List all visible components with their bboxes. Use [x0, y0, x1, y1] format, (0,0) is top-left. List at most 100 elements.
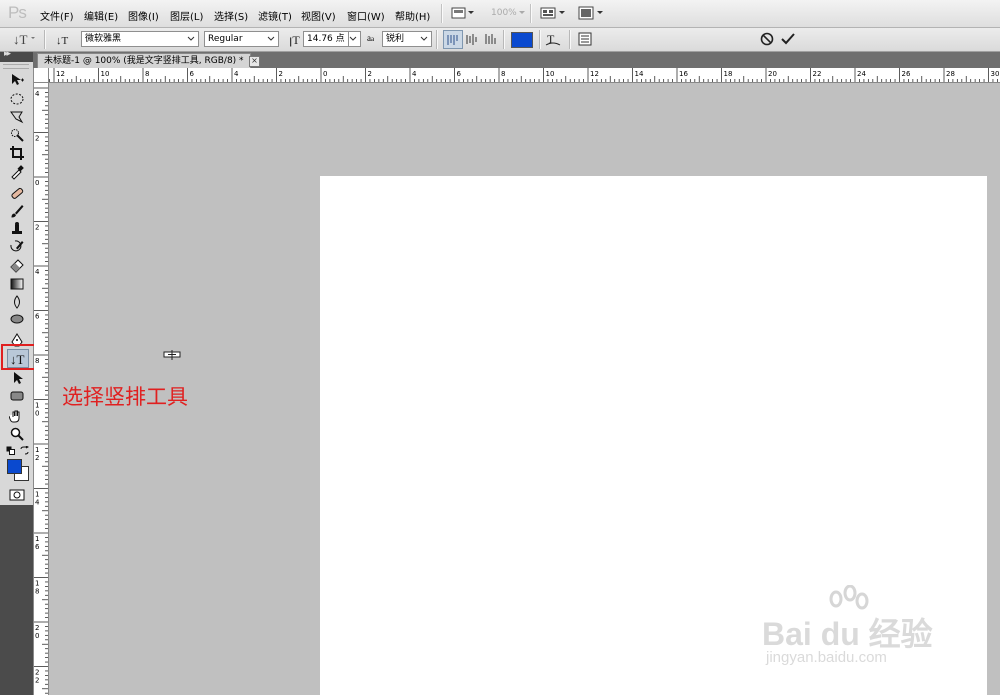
foreground-color-swatch[interactable]	[7, 459, 22, 474]
gradient-tool-icon[interactable]	[7, 275, 27, 292]
cancel-edit-icon[interactable]	[759, 31, 775, 50]
menu-select[interactable]: 选择(S)	[214, 8, 248, 23]
chevron-down-icon	[266, 32, 276, 51]
align-bottom-icon[interactable]	[483, 31, 499, 50]
marquee-tool-icon[interactable]	[7, 90, 27, 107]
menu-separator	[530, 4, 532, 23]
ruler-label: 0	[35, 632, 39, 640]
path-selection-tool-icon[interactable]	[7, 369, 27, 386]
horizontal-ruler[interactable]: 12 10 8 6 4 2 0 2 4 6 8 10 12 14 16 18 20 22 24 26 28 30	[34, 68, 1000, 83]
ruler-label: 4	[35, 90, 40, 98]
quick-selection-tool-icon[interactable]	[7, 126, 27, 143]
history-brush-tool-icon[interactable]	[7, 238, 27, 255]
menu-window[interactable]: 窗口(W)	[347, 8, 385, 23]
swap-colors-icon[interactable]	[20, 445, 30, 458]
commit-edit-icon[interactable]	[780, 31, 796, 50]
crop-tool-icon[interactable]	[7, 144, 27, 161]
lasso-tool-icon[interactable]	[7, 108, 27, 125]
ruler-label: 26	[902, 70, 911, 78]
ruler-label: 6	[457, 70, 462, 78]
antialias-select[interactable]: 锐利	[382, 31, 432, 47]
default-colors-icon[interactable]	[6, 446, 15, 458]
menu-bar: Ps 文件(F) 编辑(E) 图像(I) 图层(L) 选择(S) 滤镜(T) 视…	[0, 0, 1000, 28]
font-size-dropdown[interactable]	[348, 31, 361, 47]
eyedropper-tool-icon[interactable]	[7, 163, 27, 180]
character-panel-icon[interactable]	[577, 31, 593, 50]
annotation-text: 选择竖排工具	[62, 385, 188, 409]
align-top-button[interactable]	[443, 30, 463, 49]
hand-tool-icon[interactable]	[7, 407, 27, 424]
quick-mask-icon[interactable]	[7, 486, 27, 503]
zoom-tool-icon[interactable]	[7, 425, 27, 442]
brush-tool-icon[interactable]	[7, 202, 27, 219]
move-tool-icon[interactable]	[7, 71, 27, 88]
clone-stamp-tool-icon[interactable]	[7, 220, 27, 237]
chevron-down-icon	[186, 32, 196, 51]
ruler-label: 2	[35, 669, 39, 677]
ruler-origin[interactable]	[34, 68, 49, 83]
ruler-label: 1	[35, 402, 39, 410]
panel-grip[interactable]	[3, 64, 29, 69]
ruler-label: 6	[35, 543, 40, 551]
vertical-ruler[interactable]: 420246810121416182022	[34, 82, 49, 695]
font-size-field[interactable]: 14.76 点	[303, 31, 351, 47]
ruler-label: 1	[35, 535, 39, 543]
menu-edit[interactable]: 编辑(E)	[84, 8, 118, 23]
ruler-label: 6	[190, 70, 195, 78]
svg-text:↓T: ↓T	[56, 35, 69, 47]
menu-view[interactable]: 视图(V)	[301, 8, 336, 23]
warp-text-icon[interactable]: T	[545, 31, 561, 50]
document-tab[interactable]: 未标题-1 @ 100% (我是文字竖排工具, RGB/8) *	[37, 53, 251, 69]
menu-help[interactable]: 帮助(H)	[395, 8, 430, 23]
options-separator	[569, 30, 571, 49]
chevron-down-icon	[419, 32, 429, 51]
ruler-label: 2	[35, 224, 39, 232]
blur-tool-icon[interactable]	[7, 293, 27, 310]
ruler-label: 20	[768, 70, 777, 78]
ruler-label: 4	[412, 70, 417, 78]
rectangle-tool-icon[interactable]	[7, 387, 27, 404]
ruler-label: 10	[546, 70, 555, 78]
options-separator	[539, 30, 541, 49]
close-tab-button[interactable]: ×	[249, 56, 260, 67]
vertical-type-tool-preset-icon[interactable]: ↓T	[10, 31, 36, 50]
tools-panel-footer	[0, 505, 33, 695]
align-center-icon[interactable]	[464, 31, 480, 50]
dodge-tool-icon[interactable]	[7, 311, 27, 328]
tools-panel-header[interactable]: ▸▸	[0, 49, 33, 62]
zoom-dropdown-icon[interactable]	[518, 8, 526, 19]
collapse-panel-icon[interactable]: ▸▸	[4, 49, 11, 59]
screen-mode-icon[interactable]	[578, 6, 604, 23]
options-separator	[503, 30, 505, 49]
ruler-label: 4	[35, 499, 40, 507]
align-top-icon	[447, 35, 458, 45]
ruler-label: 1	[35, 446, 39, 454]
ruler-label: 0	[35, 179, 39, 187]
healing-brush-tool-icon[interactable]	[7, 184, 27, 201]
menu-image[interactable]: 图像(I)	[128, 8, 159, 23]
watermark-url: jingyan.baidu.com	[766, 649, 887, 666]
font-size-icon: ꞁT	[288, 31, 304, 50]
text-color-swatch[interactable]	[511, 32, 533, 48]
menu-filter[interactable]: 滤镜(T)	[258, 8, 292, 23]
vertical-type-cursor-icon	[163, 350, 181, 363]
antialias-value: 锐利	[386, 34, 405, 44]
launch-bridge-icon[interactable]	[451, 6, 475, 23]
zoom-level[interactable]: 100%	[491, 8, 517, 18]
eraser-tool-icon[interactable]	[7, 256, 27, 273]
font-family-select[interactable]: 微软雅黑	[81, 31, 199, 47]
ruler-label: 1	[35, 580, 39, 588]
arrange-documents-icon[interactable]	[540, 6, 566, 23]
font-style-select[interactable]: Regular	[204, 31, 279, 47]
vertical-ruler-ticks: 420246810121416182022	[34, 87, 48, 694]
font-style-value: Regular	[208, 34, 243, 44]
ruler-label: 2	[35, 624, 39, 632]
toggle-text-orientation-icon[interactable]: ↓T	[55, 31, 71, 50]
photoshop-logo: Ps	[8, 3, 27, 22]
svg-text:ꞁT: ꞁT	[289, 33, 300, 47]
menu-layer[interactable]: 图层(L)	[170, 8, 203, 23]
menu-file[interactable]: 文件(F)	[40, 8, 74, 23]
ruler-label: 4	[234, 70, 239, 78]
ruler-label: 2	[35, 135, 39, 143]
ruler-label: 14	[635, 70, 644, 78]
